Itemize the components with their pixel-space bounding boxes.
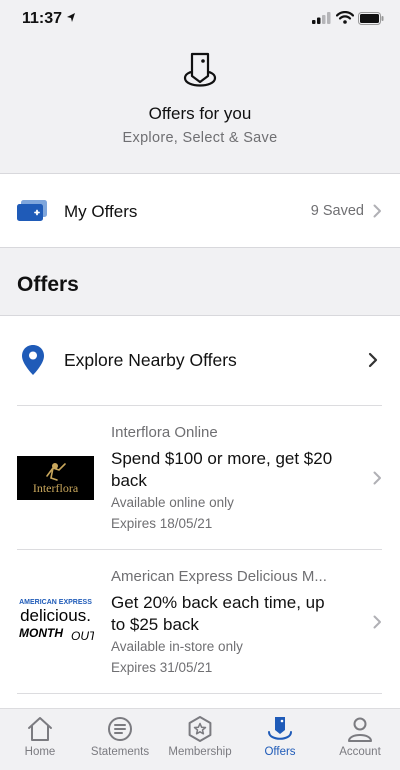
tab-statements[interactable]: Statements [80, 709, 160, 770]
tab-offers[interactable]: Offers [240, 709, 320, 770]
tab-label: Offers [264, 746, 296, 758]
cellular-signal-icon [312, 12, 331, 24]
chevron-right-icon [373, 204, 381, 218]
section-title: Offers [17, 273, 79, 296]
chevron-right-icon [373, 471, 381, 485]
status-time: 11:37 [22, 10, 63, 27]
offers-section-header: Offers [0, 248, 400, 316]
explore-nearby-label: Explore Nearby Offers [64, 350, 237, 370]
offer-availability: Available online only [111, 495, 234, 510]
statements-icon [108, 717, 132, 741]
home-icon [28, 717, 52, 741]
interflora-logo: Interflora [17, 456, 94, 500]
offer-availability: Available in-store only [111, 639, 243, 654]
chevron-right-icon [368, 352, 378, 368]
card-icon [17, 200, 47, 221]
tab-label: Account [339, 746, 381, 758]
saved-count: 9 Saved [310, 203, 364, 219]
amex-logo-text: AMERICAN EXPRESS [19, 599, 92, 606]
explore-nearby-row[interactable]: Explore Nearby Offers [0, 316, 400, 405]
my-offers-row[interactable]: My Offers 9 Saved [0, 174, 400, 247]
location-arrow-icon [67, 13, 75, 22]
account-icon [348, 717, 372, 742]
offer-expiry: Expires 31/05/21 [111, 660, 213, 675]
offer-title: Spend $100 or more, get $20 back [111, 449, 333, 490]
offer-merchant: American Express Delicious M... [111, 568, 327, 585]
offers-icon [268, 717, 292, 740]
offers-tag-icon [183, 52, 217, 87]
offer-title: Get 20% back each time, up to $25 back [111, 593, 325, 634]
tab-label: Statements [90, 746, 150, 758]
offer-card[interactable]: AMERICAN EXPRESS delicious. MONTH OUT Am… [0, 550, 400, 693]
tab-home[interactable]: Home [0, 709, 80, 770]
page-title: Offers for you [148, 104, 252, 123]
status-bar: 11:37 [0, 0, 400, 40]
delicious-logo-text: delicious. [20, 606, 91, 625]
interflora-logo-text: Interflora [33, 481, 79, 495]
tab-membership[interactable]: Membership [160, 709, 240, 770]
month-logo-text: MONTH [19, 626, 63, 640]
offers-list: Explore Nearby Offers Interflora Interfl… [0, 316, 400, 708]
my-offers-label: My Offers [64, 202, 138, 221]
offer-expiry: Expires 18/05/21 [111, 516, 213, 531]
page-subtitle: Explore, Select & Save [122, 130, 278, 146]
offer-merchant: Interflora Online [111, 424, 218, 441]
offers-header: Offers for you Explore, Select & Save [0, 40, 400, 173]
divider [17, 693, 382, 694]
membership-icon [188, 716, 212, 742]
tab-label: Home [24, 746, 56, 758]
location-pin-icon [22, 345, 44, 375]
tab-account[interactable]: Account [320, 709, 400, 770]
wifi-icon [336, 11, 354, 24]
out-logo-text: OUT [71, 629, 94, 643]
battery-icon [358, 12, 384, 25]
offer-card[interactable]: Interflora Interflora Online Spend $100 … [0, 406, 400, 549]
tab-bar: Home Statements Membership Offers Accoun… [0, 708, 400, 770]
chevron-right-icon [373, 615, 381, 629]
tab-label: Membership [168, 746, 232, 758]
delicious-month-out-logo: AMERICAN EXPRESS delicious. MONTH OUT [19, 599, 94, 643]
